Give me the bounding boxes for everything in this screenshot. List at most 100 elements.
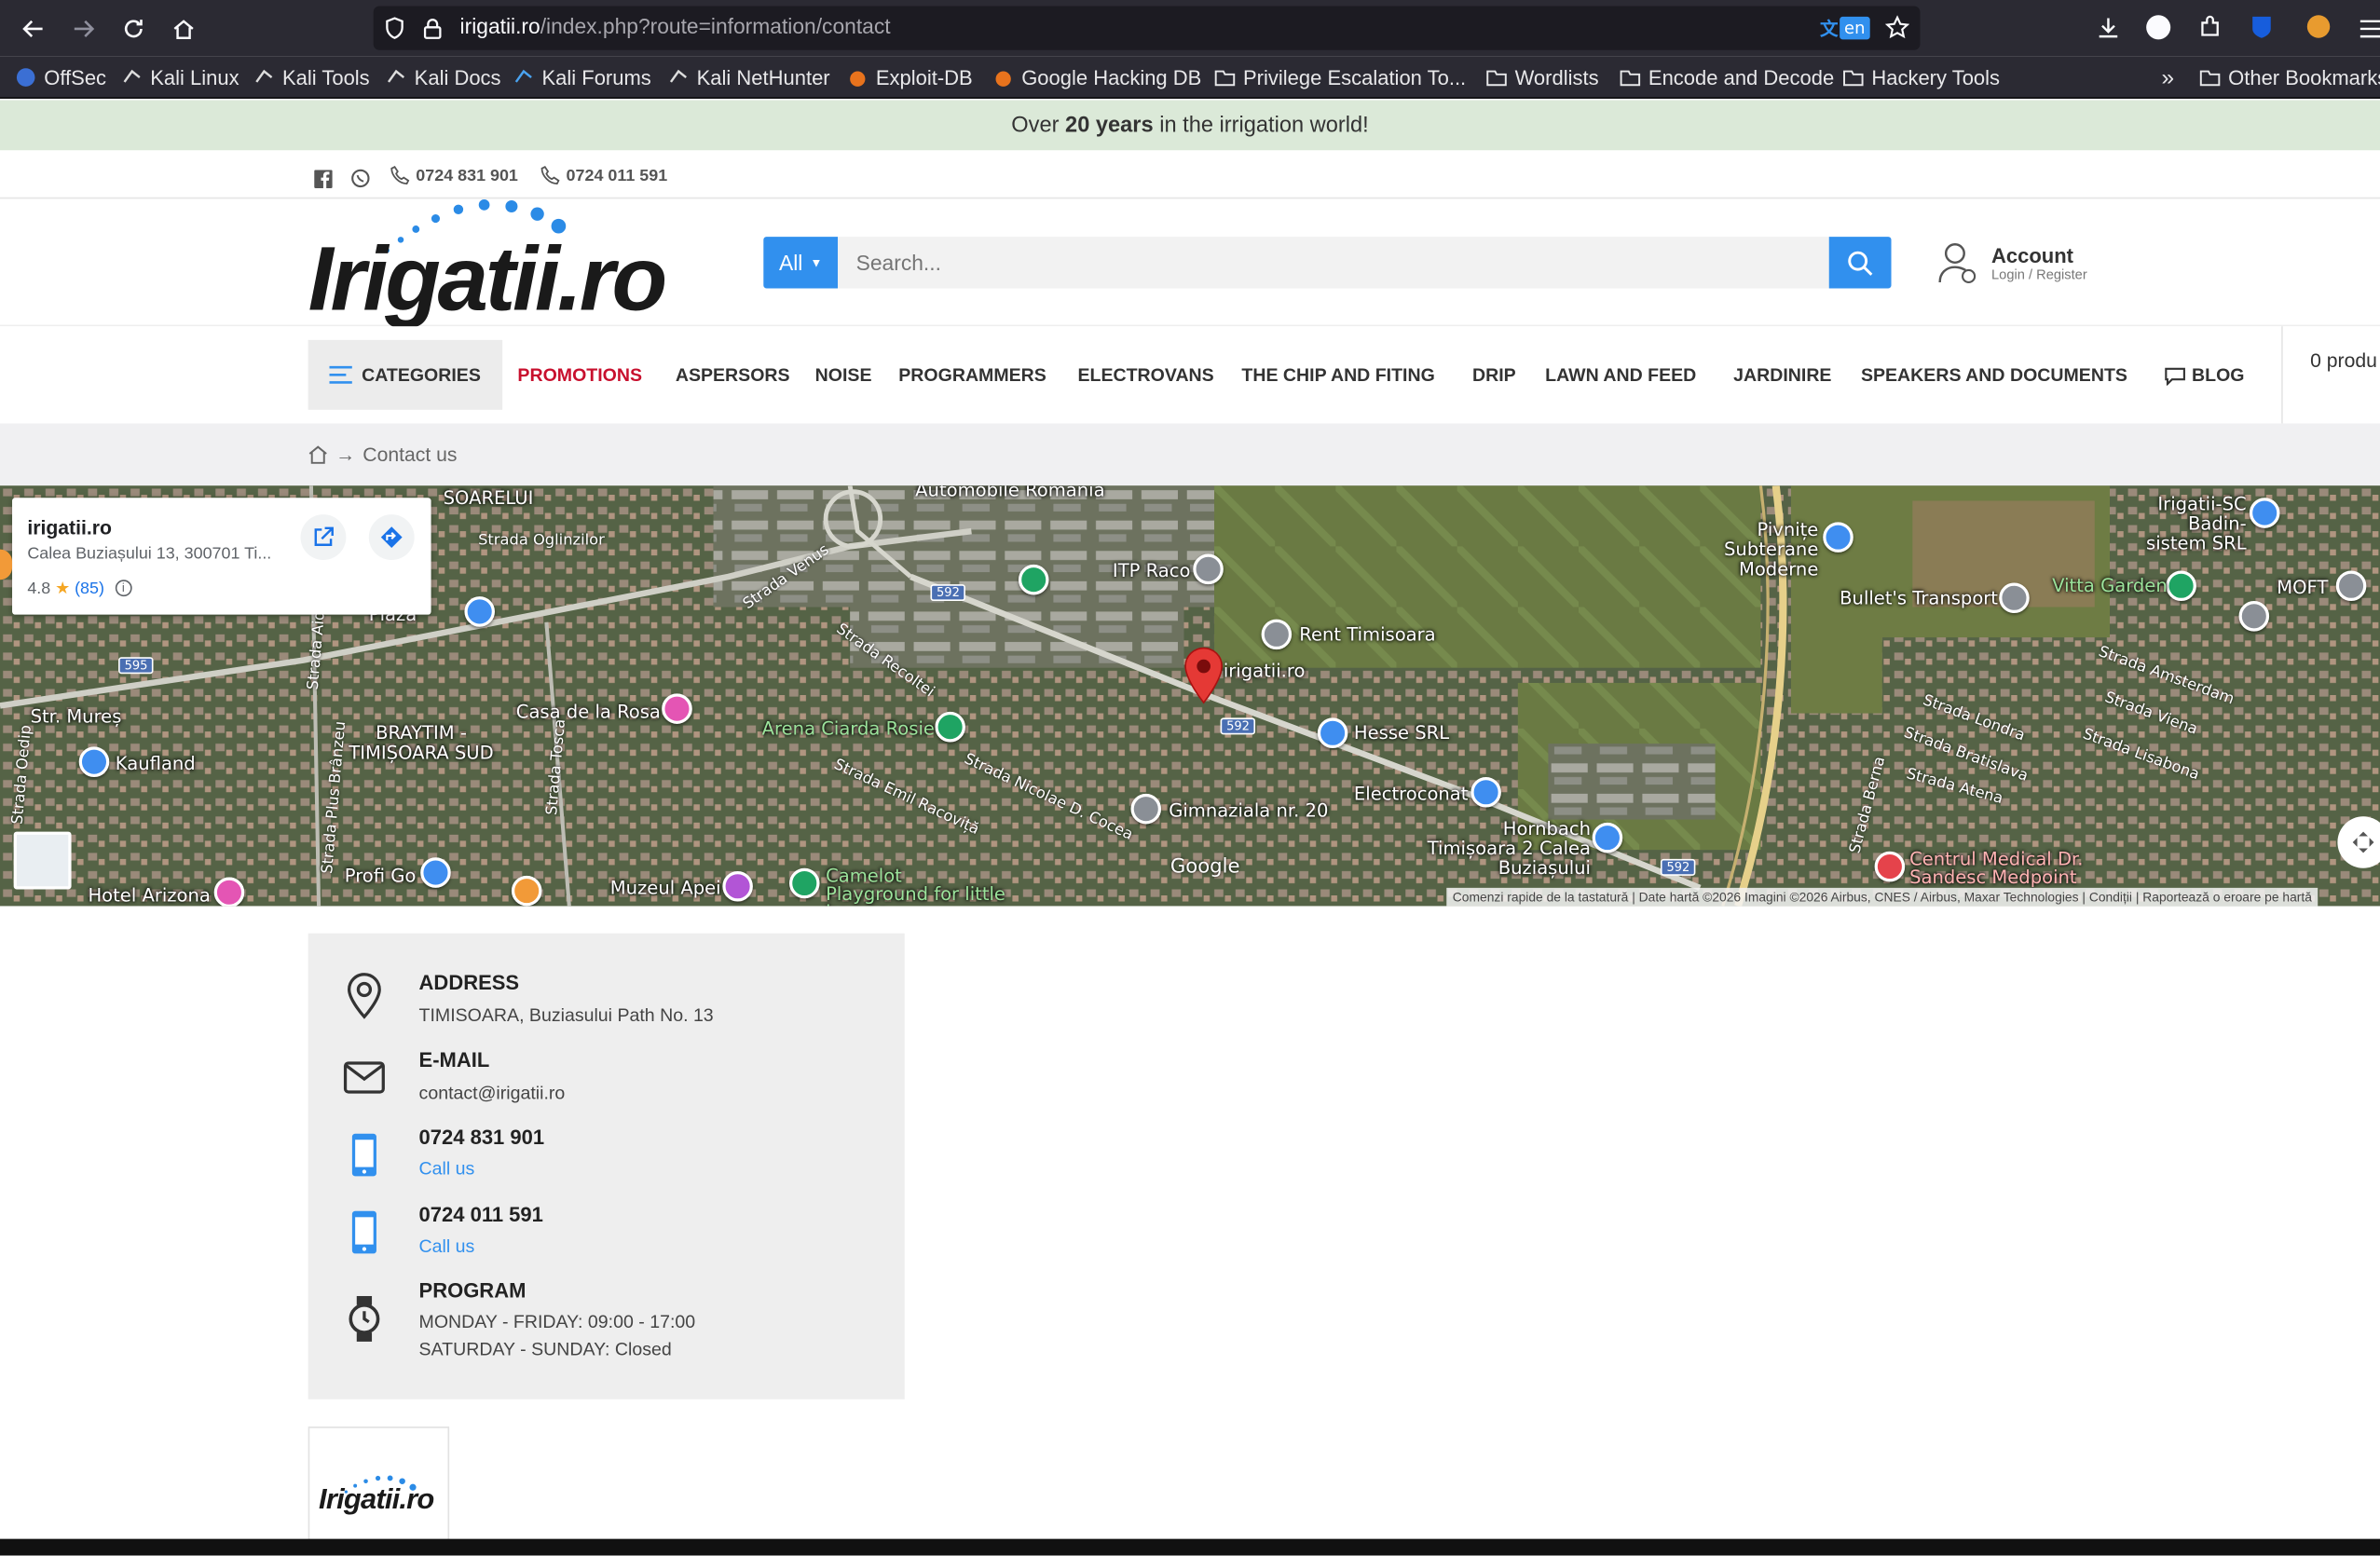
bookmark-kali-linux[interactable]: Kali Linux: [121, 63, 239, 90]
bookmark-wordlists[interactable]: Wordlists: [1486, 63, 1599, 90]
map-pin-icon[interactable]: [2166, 570, 2196, 602]
map-place-pivnite[interactable]: Pivnițe Subterane Moderne: [1666, 520, 1818, 580]
topbar-phone-2[interactable]: 0724 011 591: [540, 166, 667, 185]
bookmark-hackery-tools[interactable]: Hackery Tools: [1842, 63, 2000, 90]
map-pin-icon[interactable]: [1592, 822, 1623, 853]
map-pin-icon[interactable]: [1193, 553, 1224, 585]
map-pin-icon[interactable]: [1130, 793, 1162, 825]
nav-item-aspersors[interactable]: ASPERSORS: [676, 364, 790, 386]
review-count[interactable]: (85): [75, 579, 104, 597]
map-place-itp-raco[interactable]: ITP Raco: [1113, 560, 1191, 581]
email-link[interactable]: contact@irigatii.ro: [419, 1079, 566, 1106]
back-icon[interactable]: [14, 9, 53, 48]
map-place-electroconat[interactable]: Electroconat: [1354, 783, 1469, 804]
nav-item-promotions[interactable]: PROMOTIONS: [517, 364, 642, 386]
info-icon[interactable]: i: [115, 580, 132, 597]
download-icon[interactable]: [2096, 15, 2120, 46]
home-icon[interactable]: [164, 9, 203, 48]
bookmark-offsec[interactable]: OffSec: [15, 63, 106, 90]
map-pin-icon[interactable]: [2238, 601, 2270, 632]
bookmark-kali-nethunter[interactable]: Kali NetHunter: [668, 63, 830, 90]
map-place-hornbach[interactable]: Hornbach Timișoara 2 Calea Buziașului: [1412, 819, 1591, 880]
menu-icon[interactable]: [2359, 17, 2380, 46]
extension-icon[interactable]: [2306, 15, 2331, 38]
star-icon[interactable]: [1884, 15, 1910, 46]
lock-icon[interactable]: [423, 17, 442, 46]
map-place-gimnaziala[interactable]: Gimnaziala nr. 20: [1169, 799, 1328, 821]
map-place-hesse[interactable]: Hesse SRL: [1354, 722, 1449, 744]
open-in-maps-icon[interactable]: [300, 514, 347, 561]
search-category-select[interactable]: All ▼: [763, 237, 839, 289]
translate-icon[interactable]: 文 en: [1820, 14, 1873, 43]
map-pin-icon[interactable]: [722, 870, 753, 902]
whatsapp-icon[interactable]: [350, 166, 370, 195]
nav-item-speakers-documents[interactable]: SPEAKERS AND DOCUMENTS: [1861, 364, 2127, 386]
location-marker-icon[interactable]: [1183, 647, 1224, 704]
account-link[interactable]: Account Login / Register: [1936, 239, 2087, 285]
nav-item-chip-fiting[interactable]: THE CHIP AND FITING: [1241, 364, 1434, 386]
bookmark-kali-docs[interactable]: Kali Docs: [386, 63, 501, 90]
map-place-irigatii[interactable]: irigatii.ro: [1224, 661, 1306, 682]
map-pin-icon[interactable]: [2249, 498, 2280, 528]
shield-icon[interactable]: [384, 17, 405, 46]
map-place-kaufland[interactable]: Kaufland: [116, 753, 196, 774]
topbar-phone-1[interactable]: 0724 831 901: [390, 166, 518, 185]
map-pin-icon[interactable]: [1317, 717, 1348, 749]
url-text[interactable]: irigatii.ro/index.php?route=information/…: [460, 14, 891, 38]
map-place-hotel-arizona[interactable]: Hotel Arizona: [88, 885, 210, 907]
map-place-camelot[interactable]: Camelot Playground for little heroes: [826, 867, 1007, 906]
map-place-vitta-garden[interactable]: Vitta Garden: [2052, 575, 2168, 596]
map-place-profi-go[interactable]: Profi Go: [345, 865, 417, 886]
nav-item-programmers[interactable]: PROGRAMMERS: [898, 364, 1046, 386]
nav-item-noise[interactable]: NOISE: [815, 364, 872, 386]
footer-logo[interactable]: Irigatii.ro: [308, 1426, 450, 1541]
call-us-link-1[interactable]: Call us: [419, 1158, 545, 1180]
map-place-arena-ciarda[interactable]: Arena Ciarda Rosie: [762, 717, 935, 739]
extensions-icon[interactable]: [2198, 15, 2223, 46]
map-pin-icon[interactable]: [1874, 851, 1906, 882]
map-pin-icon[interactable]: [1823, 522, 1853, 553]
home-icon[interactable]: [308, 444, 328, 464]
map-pin-icon[interactable]: [1261, 619, 1293, 650]
map-pin-icon[interactable]: [1470, 776, 1501, 808]
bookmark-exploit-db[interactable]: Exploit-DB: [847, 63, 973, 90]
call-us-link-2[interactable]: Call us: [419, 1235, 543, 1257]
map-pin-icon[interactable]: [78, 746, 110, 777]
map-pin-icon[interactable]: [213, 877, 245, 907]
map-place-moft[interactable]: MOFT: [2277, 577, 2328, 598]
map-place-bullets[interactable]: Bullet's Transport: [1840, 587, 1998, 608]
bitwarden-icon[interactable]: [2251, 15, 2273, 46]
map-place-irigatii-sc[interactable]: Irigatii-SC Badin-sistem SRL: [2131, 494, 2247, 554]
reload-icon[interactable]: [114, 9, 153, 48]
map-pin-icon[interactable]: [511, 875, 542, 907]
bookmark-google-hacking-db[interactable]: Google Hacking DB: [992, 63, 1201, 90]
account-avatar-icon[interactable]: [2146, 15, 2171, 40]
map-pin-icon[interactable]: [464, 596, 495, 627]
site-logo[interactable]: Irigatii.ro: [308, 198, 700, 329]
nav-item-blog[interactable]: BLOG: [2165, 364, 2245, 386]
cart-summary[interactable]: 0 produ: [2310, 349, 2377, 372]
map-place-casa-de-la-rosa[interactable]: Casa de la Rosa: [516, 702, 661, 723]
directions-icon[interactable]: [368, 514, 415, 561]
map-place-centrul-medical[interactable]: Centrul Medical Dr. Sandesc Medpoint: [1909, 850, 2137, 886]
map-place-rent-timisoara[interactable]: Rent Timisoara: [1299, 623, 1435, 645]
map-pin-icon[interactable]: [935, 711, 965, 743]
map-pin-icon[interactable]: [2335, 570, 2367, 602]
nav-item-lawn-feed[interactable]: LAWN AND FEED: [1545, 364, 1696, 386]
map-pin-icon[interactable]: [788, 867, 820, 899]
map-pin-icon[interactable]: [420, 857, 451, 888]
bookmark-encode-decode[interactable]: Encode and Decode: [1620, 63, 1834, 90]
bookmark-other[interactable]: Other Bookmarks: [2199, 63, 2380, 90]
bookmark-privilege-escalation[interactable]: Privilege Escalation To...: [1214, 63, 1466, 90]
map-attribution[interactable]: Comenzi rapide de la tastatură | Date ha…: [1446, 887, 2318, 907]
nav-item-drip[interactable]: DRIP: [1472, 364, 1516, 386]
map-pin-icon[interactable]: [1999, 582, 2030, 614]
forward-icon[interactable]: [63, 9, 103, 48]
search-button[interactable]: [1828, 237, 1892, 289]
bookmark-kali-forums[interactable]: Kali Forums: [513, 63, 651, 90]
categories-button[interactable]: CATEGORIES: [308, 339, 503, 410]
map-layer-toggle[interactable]: [13, 831, 72, 890]
search-input[interactable]: [838, 237, 1829, 289]
nav-item-jardinire[interactable]: JARDINIRE: [1733, 364, 1831, 386]
facebook-icon[interactable]: [314, 166, 333, 195]
